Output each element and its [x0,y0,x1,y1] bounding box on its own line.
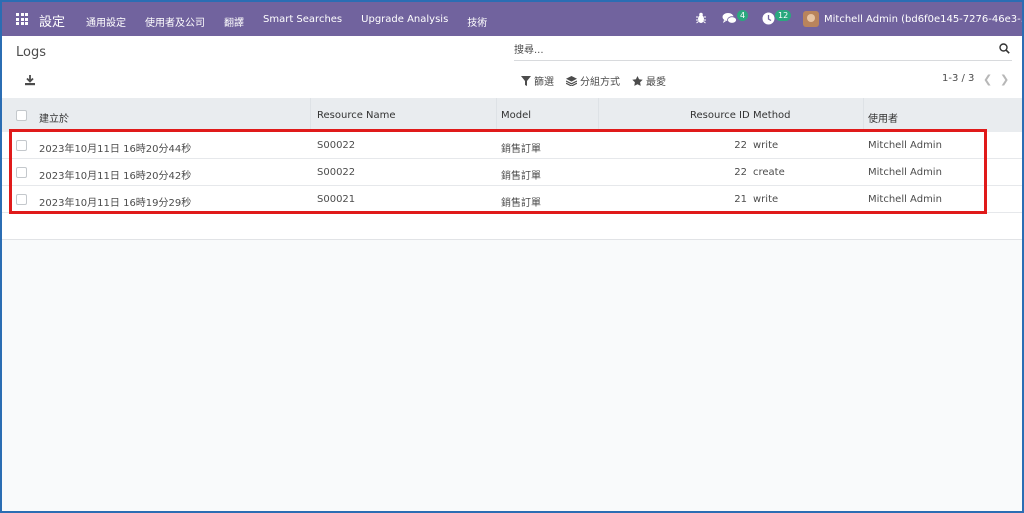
column-divider [863,98,864,132]
cell-created: 2023年10月11日 16時20分42秒 [39,171,192,182]
favorites-label: 最愛 [646,77,666,88]
select-all-checkbox[interactable] [16,110,27,121]
table-header: 建立於 Resource Name Model Resource ID Meth… [2,98,1022,132]
search-input[interactable] [514,42,984,58]
search-bar [514,42,1012,61]
menu-item-smart-searches[interactable]: Smart Searches [263,14,342,29]
cell-model: 銷售訂單 [501,171,541,182]
layers-icon [566,75,577,86]
user-menu[interactable]: Mitchell Admin (bd6f0e145-7276-46e3-... [824,14,1022,25]
app-window: 設定 通用設定 使用者及公司 翻譯 Smart Searches Upgrade… [0,0,1024,513]
column-header-model[interactable]: Model [501,110,531,121]
cell-created: 2023年10月11日 16時20分44秒 [39,144,192,155]
download-icon[interactable] [24,74,36,86]
cell-resource-name: S00022 [317,140,356,151]
column-header-resource-id[interactable]: Resource ID [690,110,750,121]
column-divider [310,98,311,132]
cell-method: write [753,194,779,205]
menu-item-users-companies[interactable]: 使用者及公司 [145,14,205,29]
cell-resource-id: 21 [734,194,747,205]
cell-resource-id: 22 [734,167,747,178]
cell-method: write [753,140,779,151]
main-menu: 通用設定 使用者及公司 翻譯 Smart Searches Upgrade An… [86,14,506,29]
filters-label: 篩選 [534,77,554,88]
cell-user: Mitchell Admin [868,194,942,205]
menu-item-upgrade-analysis[interactable]: Upgrade Analysis [361,14,448,29]
bug-icon[interactable] [695,12,707,24]
row-checkbox[interactable] [16,167,27,178]
app-title[interactable]: 設定 [39,11,65,30]
favorites-button[interactable]: 最愛 [632,73,666,88]
column-header-method[interactable]: Method [753,110,791,121]
group-by-button[interactable]: 分組方式 [566,73,620,88]
search-options: 篩選 分組方式 最愛 [521,73,678,88]
column-header-resource-name[interactable]: Resource Name [317,110,396,121]
table-row[interactable]: 2023年10月11日 16時20分42秒 S00022 銷售訂單 22 cre… [2,159,1022,186]
row-checkbox[interactable] [16,194,27,205]
menu-item-technical[interactable]: 技術 [467,14,487,29]
group-by-label: 分組方式 [580,77,620,88]
column-divider [496,98,497,132]
control-panel: Logs 篩選 [2,36,1022,98]
pager-next-icon[interactable]: ❯ [1000,73,1009,86]
pager-prev-icon[interactable]: ❮ [983,73,992,86]
clock-icon[interactable] [762,12,775,25]
pager-value[interactable]: 1-3 / 3 [942,73,974,84]
search-icon[interactable] [999,43,1010,54]
filter-icon [521,75,531,86]
menu-item-translations[interactable]: 翻譯 [224,14,244,29]
table-footer [2,213,1022,240]
chat-icon[interactable] [722,12,737,25]
cell-resource-name: S00021 [317,194,356,205]
cell-user: Mitchell Admin [868,140,942,151]
column-divider [598,98,599,132]
apps-grid-icon[interactable] [16,13,28,25]
top-navbar: 設定 通用設定 使用者及公司 翻譯 Smart Searches Upgrade… [2,2,1022,36]
menu-item-general-settings[interactable]: 通用設定 [86,14,126,29]
cell-model: 銷售訂單 [501,144,541,155]
cell-resource-id: 22 [734,140,747,151]
column-header-created[interactable]: 建立於 [39,110,69,125]
cell-created: 2023年10月11日 16時19分29秒 [39,198,192,209]
filters-button[interactable]: 篩選 [521,73,554,88]
cell-resource-name: S00022 [317,167,356,178]
cell-method: create [753,167,785,178]
activities-badge: 12 [775,10,792,21]
cell-model: 銷售訂單 [501,198,541,209]
row-checkbox[interactable] [16,140,27,151]
breadcrumb: Logs [16,45,46,60]
column-header-user[interactable]: 使用者 [868,110,898,125]
table-row[interactable]: 2023年10月11日 16時19分29秒 S00021 銷售訂單 21 wri… [2,186,1022,213]
table-row[interactable]: 2023年10月11日 16時20分44秒 S00022 銷售訂單 22 wri… [2,132,1022,159]
star-icon [632,75,643,86]
cell-user: Mitchell Admin [868,167,942,178]
messages-badge: 4 [737,10,749,21]
user-avatar[interactable] [803,11,819,27]
